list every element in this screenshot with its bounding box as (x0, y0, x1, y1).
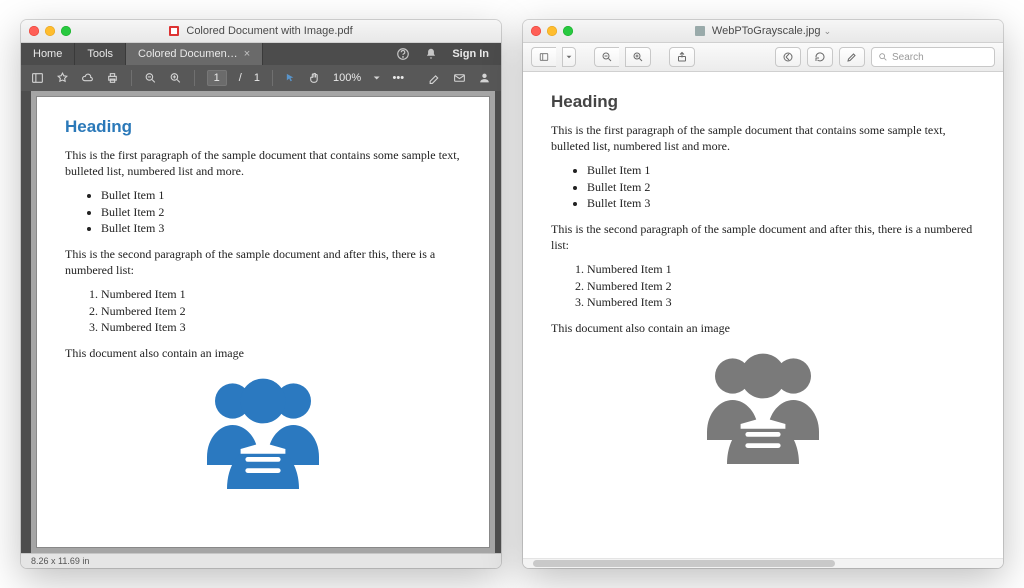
page-current[interactable]: 1 (207, 70, 227, 86)
list-item: Bullet Item 3 (587, 195, 975, 211)
page-separator: / (239, 72, 242, 84)
acrobat-titlebar: Colored Document with Image.pdf (21, 20, 501, 43)
list-item: Numbered Item 3 (101, 319, 461, 335)
bell-icon[interactable] (424, 47, 438, 61)
list-item: Numbered Item 1 (101, 286, 461, 302)
doc-paragraph-1: This is the first paragraph of the sampl… (551, 122, 975, 154)
minimize-window-button[interactable] (547, 26, 557, 36)
search-icon (878, 52, 888, 62)
zoom-level[interactable]: 100% (333, 72, 361, 84)
acrobat-toolbar: 1 / 1 100% ••• (21, 65, 501, 91)
zoom-dropdown-icon[interactable] (373, 74, 380, 82)
doc-paragraph-3: This document also contain an image (551, 320, 975, 336)
preview-window-title: WebPToGrayscale.jpg ⌄ (523, 25, 1003, 37)
search-field[interactable]: Search (871, 47, 995, 67)
edit-button[interactable] (839, 47, 865, 67)
maximize-window-button[interactable] (563, 26, 573, 36)
help-icon[interactable] (396, 47, 410, 61)
tab-document[interactable]: Colored Documen… × (126, 43, 263, 65)
more-menu[interactable]: ••• (393, 72, 405, 84)
window-controls[interactable] (29, 26, 71, 36)
doc-paragraph-1: This is the first paragraph of the sampl… (65, 147, 461, 179)
list-item: Bullet Item 1 (587, 162, 975, 178)
sidebar-view-dropdown[interactable] (562, 47, 576, 67)
preview-toolbar: Search (523, 43, 1003, 72)
acrobat-tab-bar: Home Tools Colored Documen… × Sign In (21, 43, 501, 65)
sidebar-toggle-icon[interactable] (31, 71, 44, 85)
erase-icon[interactable] (428, 71, 441, 85)
close-window-button[interactable] (29, 26, 39, 36)
zoom-in-icon (632, 51, 644, 63)
list-item: Bullet Item 2 (101, 204, 461, 220)
pdf-file-icon (169, 26, 179, 36)
doc-paragraph-3: This document also contain an image (65, 345, 461, 361)
markup-icon (782, 51, 794, 63)
page-total: 1 (254, 72, 260, 84)
share-icon (676, 51, 688, 63)
sidebar-icon (538, 52, 550, 62)
list-item: Bullet Item 3 (101, 220, 461, 236)
list-item: Numbered Item 2 (101, 303, 461, 319)
page-dimensions: 8.26 x 11.69 in (31, 556, 89, 566)
pdf-page: Heading This is the first paragraph of t… (37, 97, 489, 547)
rotate-button[interactable] (807, 47, 833, 67)
zoom-out-button[interactable] (594, 47, 619, 67)
horizontal-scrollbar[interactable] (523, 558, 1003, 568)
minimize-window-button[interactable] (45, 26, 55, 36)
acrobat-window-title: Colored Document with Image.pdf (21, 25, 501, 37)
doc-paragraph-2: This is the second paragraph of the samp… (65, 246, 461, 278)
user-icon[interactable] (478, 71, 491, 85)
acrobat-status-bar: 8.26 x 11.69 in (21, 553, 501, 568)
sign-in-link[interactable]: Sign In (452, 48, 489, 60)
zoom-in-icon[interactable] (169, 71, 182, 85)
maximize-window-button[interactable] (61, 26, 71, 36)
selection-tool-icon[interactable] (285, 72, 296, 84)
acrobat-window: Colored Document with Image.pdf Home Too… (21, 20, 501, 568)
share-button[interactable] (669, 47, 695, 67)
star-icon[interactable] (56, 71, 69, 85)
hand-tool-icon[interactable] (308, 71, 321, 85)
people-group-icon (683, 344, 843, 464)
zoom-in-button[interactable] (625, 47, 651, 67)
doc-numbered-list: Numbered Item 1 Numbered Item 2 Numbered… (65, 286, 461, 335)
close-tab-icon[interactable]: × (244, 48, 250, 60)
doc-paragraph-2: This is the second paragraph of the samp… (551, 221, 975, 253)
sidebar-view-button[interactable] (531, 47, 556, 67)
zoom-out-icon (601, 51, 613, 63)
print-icon[interactable] (106, 71, 119, 85)
preview-viewport: Heading This is the first paragraph of t… (523, 72, 1003, 558)
tab-tools[interactable]: Tools (75, 43, 126, 65)
cloud-icon[interactable] (81, 71, 94, 85)
list-item: Numbered Item 1 (587, 261, 975, 277)
preview-titlebar: WebPToGrayscale.jpg ⌄ (523, 20, 1003, 43)
preview-window: WebPToGrayscale.jpg ⌄ (523, 20, 1003, 568)
doc-heading: Heading (65, 117, 461, 137)
doc-bullet-list: Bullet Item 1 Bullet Item 2 Bullet Item … (65, 187, 461, 236)
close-window-button[interactable] (531, 26, 541, 36)
doc-heading: Heading (551, 92, 975, 112)
window-controls[interactable] (531, 26, 573, 36)
rotate-icon (814, 51, 826, 63)
list-item: Numbered Item 2 (587, 278, 975, 294)
acrobat-left-panel[interactable] (21, 91, 31, 553)
pencil-icon (846, 51, 858, 63)
people-group-icon (183, 369, 343, 489)
image-content: Heading This is the first paragraph of t… (523, 72, 1003, 558)
acrobat-right-panel[interactable] (495, 91, 501, 553)
search-placeholder: Search (892, 52, 924, 63)
zoom-out-icon[interactable] (144, 71, 157, 85)
list-item: Bullet Item 2 (587, 179, 975, 195)
list-item: Bullet Item 1 (101, 187, 461, 203)
tab-home[interactable]: Home (21, 43, 75, 65)
list-item: Numbered Item 3 (587, 294, 975, 310)
markup-button[interactable] (775, 47, 801, 67)
doc-numbered-list: Numbered Item 1 Numbered Item 2 Numbered… (551, 261, 975, 310)
acrobat-viewport: Heading This is the first paragraph of t… (21, 91, 501, 553)
title-chevron-icon[interactable]: ⌄ (824, 26, 832, 36)
doc-bullet-list: Bullet Item 1 Bullet Item 2 Bullet Item … (551, 162, 975, 211)
mail-icon[interactable] (453, 71, 466, 85)
chevron-down-icon (566, 54, 572, 60)
image-file-icon (695, 26, 705, 36)
